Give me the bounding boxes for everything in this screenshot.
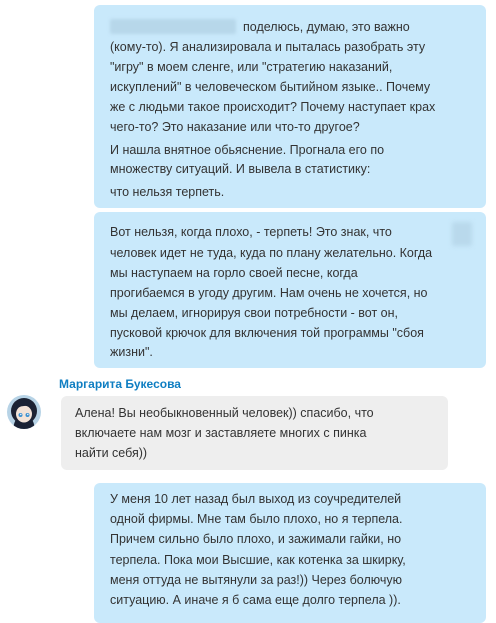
- message-text-line: жизни".: [110, 345, 153, 359]
- redacted-area: [452, 222, 472, 246]
- message-bubble-incoming[interactable]: Алена! Вы необыкновенный человек)) спаси…: [61, 396, 448, 470]
- message-text-line: мы наступаем на горло своей песне, когда: [110, 266, 358, 280]
- message-text-line: И нашла внятное обьяснение. Прогнала его…: [110, 143, 385, 157]
- message-bubble-outgoing[interactable]: Вот нельзя, когда плохо, - терпеть! Это …: [94, 212, 486, 368]
- message-text-line: меня оттуда не вытянули за раз!)) Через …: [110, 573, 402, 587]
- message-text-line: включаете нам мозг и заставляете многих …: [75, 426, 367, 440]
- redacted-name: [110, 19, 236, 34]
- message-text-line: (кому-то). Я анализировала и пыталась ра…: [110, 40, 426, 54]
- message-text-line: пусковой крючок для включения той програ…: [110, 326, 424, 340]
- sender-name[interactable]: Маргарита Букесова: [59, 377, 181, 391]
- message-bubble-outgoing[interactable]: поделюсь, думаю, это важно (кому-то). Я …: [94, 5, 486, 208]
- message-text-line: Причем сильно было плохо, и зажимали гай…: [110, 532, 402, 546]
- message-bubble-outgoing[interactable]: У меня 10 лет назад был выход из соучред…: [94, 483, 486, 623]
- avatar[interactable]: [7, 395, 41, 429]
- message-text-line: терпела. Пока мои Высшие, как котенка за…: [110, 553, 406, 567]
- message-text-line: чего-то? Это наказание или что-то другое…: [110, 120, 360, 134]
- message-text-line: мы делаем, игнорируя свои потребности - …: [110, 306, 398, 320]
- message-text-line: поделюсь, думаю, это важно: [243, 20, 410, 34]
- message-text-line: ситуацию. А иначе я б сама еще долго тер…: [110, 593, 401, 607]
- message-text-line: одной фирмы. Мне там было плохо, но я те…: [110, 512, 403, 526]
- message-text-line: Вот нельзя, когда плохо, - терпеть! Это …: [110, 225, 392, 239]
- message-text-line: Алена! Вы необыкновенный человек)) спаси…: [75, 406, 374, 420]
- message-text-line: же с людьми такое происходит? Почему нас…: [110, 100, 436, 114]
- message-text-line: найти себя)): [75, 446, 148, 460]
- message-text-line: множеству ситуаций. И вывела в статистик…: [110, 162, 371, 176]
- message-text-line: У меня 10 лет назад был выход из соучред…: [110, 492, 402, 506]
- message-text-line: "игру" в моем сленге, или "стратегию нак…: [110, 60, 393, 74]
- chat-window: { "messages": [ { "direction": "outgoing…: [0, 0, 496, 623]
- avatar-image: [7, 395, 41, 429]
- message-text-line: прогибаемся в угоду другим. Нам очень не…: [110, 286, 428, 300]
- message-text-line: искуплений" в человеческом бытийном язык…: [110, 80, 431, 94]
- message-text-line: человек идет не туда, куда по плану жела…: [110, 246, 433, 260]
- message-text-line: что нельзя терпеть.: [110, 185, 225, 199]
